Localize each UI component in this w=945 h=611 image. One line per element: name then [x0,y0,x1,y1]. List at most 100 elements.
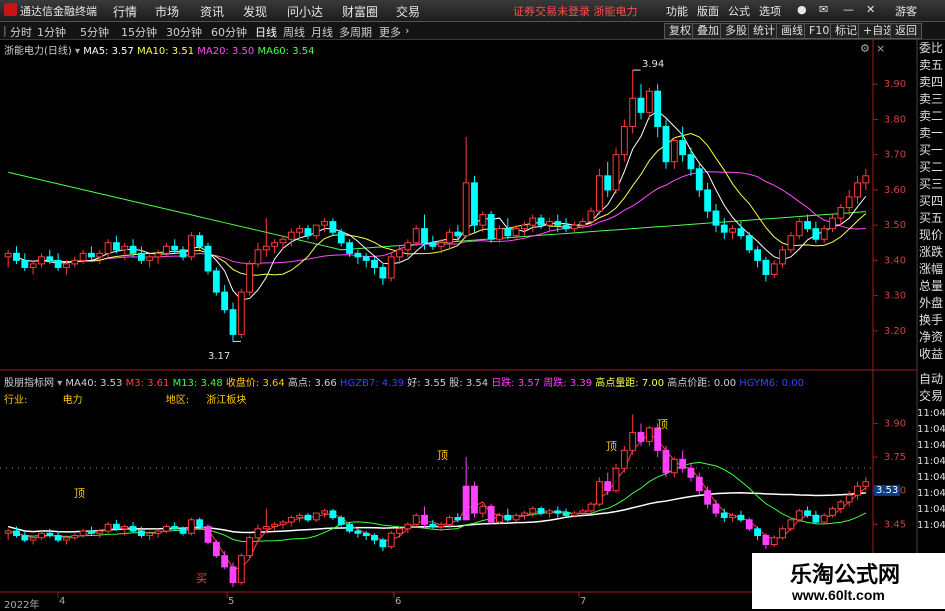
menu-hangqing[interactable]: 行情 [113,3,137,20]
sub-candle-body [71,535,79,539]
sidebar-item[interactable]: 现价 [917,227,945,244]
period-1min[interactable]: 1分钟 [37,24,66,40]
sidebar-item[interactable]: 卖四 [917,74,945,91]
candle-body [462,182,470,237]
candle-body [196,235,204,247]
sidebar-item[interactable]: 卖二 [917,108,945,125]
sidebar-item[interactable]: 换手 [917,312,945,329]
sub-candle-body [204,526,212,543]
period-5min[interactable]: 5分钟 [80,24,109,40]
sidebar-trade-item[interactable]: 自动 [917,371,945,388]
more-chevron-icon[interactable]: › [405,24,409,37]
candle-body [770,263,778,275]
candle-body [412,228,420,244]
sub-candle-body [820,514,828,523]
menu-banmian[interactable]: 版面 [697,3,719,19]
sidebar-item[interactable]: 卖三 [917,91,945,108]
menu-gongshi[interactable]: 公式 [728,3,750,19]
menu-zixun[interactable]: 资讯 [200,3,224,20]
sidebar-item[interactable]: 买五 [917,210,945,227]
sub-candle-body [537,508,545,514]
sidebar-trade-item[interactable]: 交易 [917,388,945,405]
period-30min[interactable]: 30分钟 [166,24,202,40]
sub-candle-body [496,514,503,523]
sidebar-item[interactable]: 买二 [917,159,945,176]
sidebar-item[interactable]: 买一 [917,142,945,159]
user-icon[interactable]: ● [797,3,807,16]
period-weekly[interactable]: 周线 [283,24,305,40]
panel-settings-icon[interactable]: ⚙ [860,42,870,55]
candle-body [162,245,170,254]
candle-body [521,224,528,230]
sidebar-item[interactable]: 涨跌 [917,244,945,261]
y-tick-label: 3.40 [884,255,906,266]
sub-candle-body [504,514,512,521]
menu-caifuquan[interactable]: 财富圈 [342,3,378,20]
period-daily[interactable]: 日线 [255,24,277,40]
candlesticks[interactable] [4,69,870,342]
candle-body [695,168,703,191]
indicator-name[interactable]: 股朋指标网 [4,378,54,389]
candle-body [146,256,154,261]
candle-body [271,242,279,247]
candle-body [479,214,487,226]
period-fenshi[interactable]: 分时 [10,24,32,40]
candle-body [29,263,37,268]
candle-body [446,231,453,244]
panel-close-icon[interactable]: × [876,42,885,55]
sub-candle-body [162,526,170,532]
chart-grid [0,40,918,609]
indicator-value: M13: 3.48 [172,378,226,389]
sidebar-item[interactable]: 卖一 [917,125,945,142]
sidebar-item[interactable]: 买四 [917,193,945,210]
period-15min[interactable]: 15分钟 [121,24,157,40]
candle-body [720,224,728,233]
sub-candle-body [271,523,279,528]
menu-xuanxiang[interactable]: 选项 [759,3,781,19]
mail-icon[interactable]: ✉ [819,3,828,16]
sub-candle-body [604,481,612,492]
menu-faxian[interactable]: 发现 [243,3,267,20]
x-month-label: 6 [395,596,402,607]
candle-body [129,245,137,254]
minimize-icon[interactable]: — [843,3,854,16]
candle-body [154,252,162,258]
login-notice[interactable]: 证券交易未登录 浙能电力 [513,3,638,19]
dropdown-circle-icon[interactable]: ▾ [75,46,80,57]
sub-candle-body [587,503,595,512]
sub-candle-body [862,481,870,487]
sidebar-item[interactable]: 净资 [917,329,945,346]
candle-body [96,252,104,258]
tool-fanhui[interactable]: 返回 [890,23,922,39]
period-multi[interactable]: 多周期 [339,24,372,40]
menu-jiaoyi[interactable]: 交易 [396,3,420,20]
sub-candle-body [129,526,137,532]
menu-shichang[interactable]: 市场 [155,3,179,20]
candle-body [529,217,537,226]
sub-candle-body [471,485,478,514]
sidebar-item[interactable]: 外盘 [917,295,945,312]
sub-candle-body [562,512,570,516]
menu-gongneng[interactable]: 功能 [666,3,688,19]
menu-wenxiaoda[interactable]: 问小达 [287,3,323,20]
period-60min[interactable]: 60分钟 [211,24,247,40]
stock-name[interactable]: 浙能电力(日线) [4,46,72,57]
sidebar-item[interactable]: 卖五 [917,57,945,74]
sidebar-item[interactable]: 总量 [917,278,945,295]
candle-body [579,221,587,226]
sidebar-item[interactable]: 买三 [917,176,945,193]
candle-body [4,252,12,258]
period-more[interactable]: 更多 [379,24,401,40]
sub-candle-body [137,530,145,537]
sidebar-item[interactable]: 涨幅 [917,261,945,278]
kline-chart[interactable]: 3.90 3.80 3.70 3.60 3.50 3.40 3.30 3.20 3.90 3.75… [0,40,945,610]
sidebar-weibi[interactable]: 委比 [917,40,945,57]
sub-candle-body [104,523,112,532]
sub-candle-body [720,512,728,519]
sub-candle-body [745,519,753,530]
period-monthly[interactable]: 月线 [311,24,333,40]
close-icon[interactable]: ✕ [866,3,875,16]
sidebar-item[interactable]: 收益 [917,346,945,363]
guest-label[interactable]: 游客 [895,3,917,19]
sub-candle-body [762,535,770,545]
